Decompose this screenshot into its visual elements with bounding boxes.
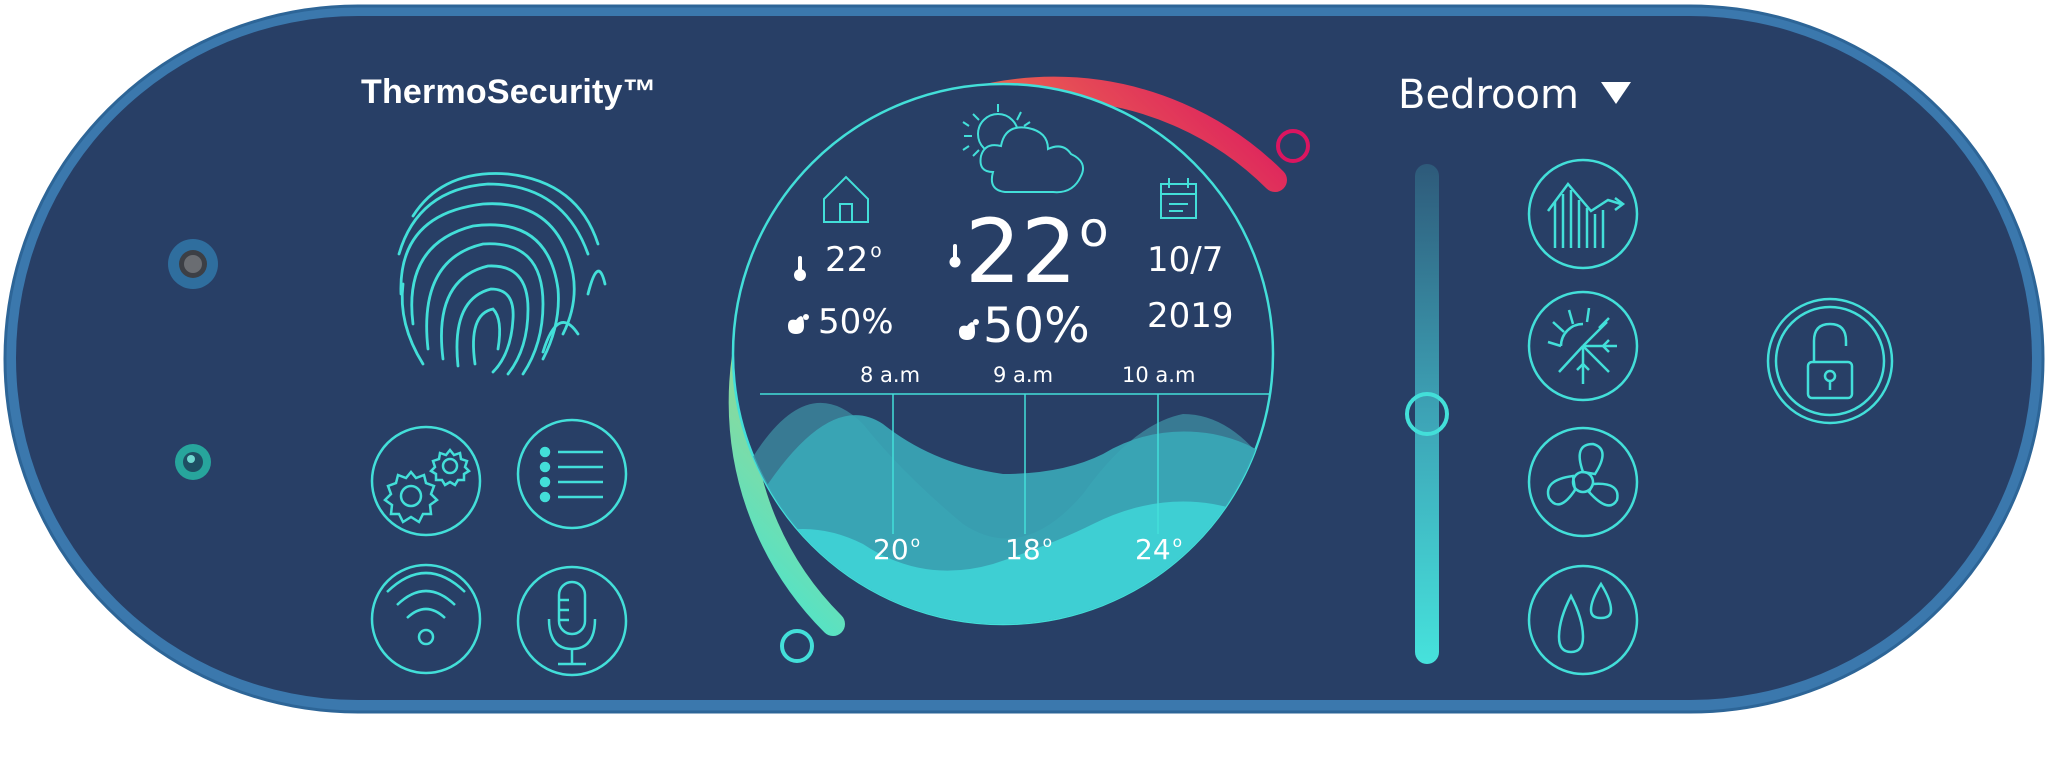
forecast-temp: 24 o xyxy=(1135,533,1182,566)
forecast-temp: 20 o xyxy=(873,533,920,566)
current-temperature: 22o xyxy=(965,200,1109,303)
home-temperature: 22 o xyxy=(825,240,882,280)
forecast-time-label: 8 a.m xyxy=(860,363,921,387)
chevron-down-icon xyxy=(1600,82,1631,104)
forecast-temp: 18 o xyxy=(1005,533,1052,566)
degree-symbol: o xyxy=(870,240,882,262)
room-name: Bedroom xyxy=(1398,72,1579,118)
camera-lens xyxy=(168,239,218,289)
forecast-time-label: 10 a.m xyxy=(1122,363,1196,387)
degree-symbol: o xyxy=(910,533,921,552)
room-selector[interactable]: Bedroom xyxy=(1398,72,1631,118)
home-temperature-value: 22 xyxy=(825,240,869,280)
current-humidity: 50% xyxy=(983,298,1090,354)
degree-symbol: o xyxy=(1078,201,1109,258)
status-light xyxy=(175,444,211,480)
home-humidity: 50% xyxy=(818,302,894,342)
forecast-temp-value: 20 xyxy=(873,533,909,566)
date-day-month: 10/7 xyxy=(1147,240,1224,280)
date-year: 2019 xyxy=(1147,296,1234,336)
degree-symbol: o xyxy=(1172,533,1183,552)
forecast-temp-value: 24 xyxy=(1135,533,1171,566)
thermostat-panel xyxy=(3,4,2045,714)
current-temperature-value: 22 xyxy=(965,200,1077,303)
brand-name: ThermoSecurity™ xyxy=(361,73,657,111)
degree-symbol: o xyxy=(1042,533,1053,552)
forecast-time-label: 9 a.m xyxy=(993,363,1054,387)
forecast-temp-value: 18 xyxy=(1005,533,1041,566)
